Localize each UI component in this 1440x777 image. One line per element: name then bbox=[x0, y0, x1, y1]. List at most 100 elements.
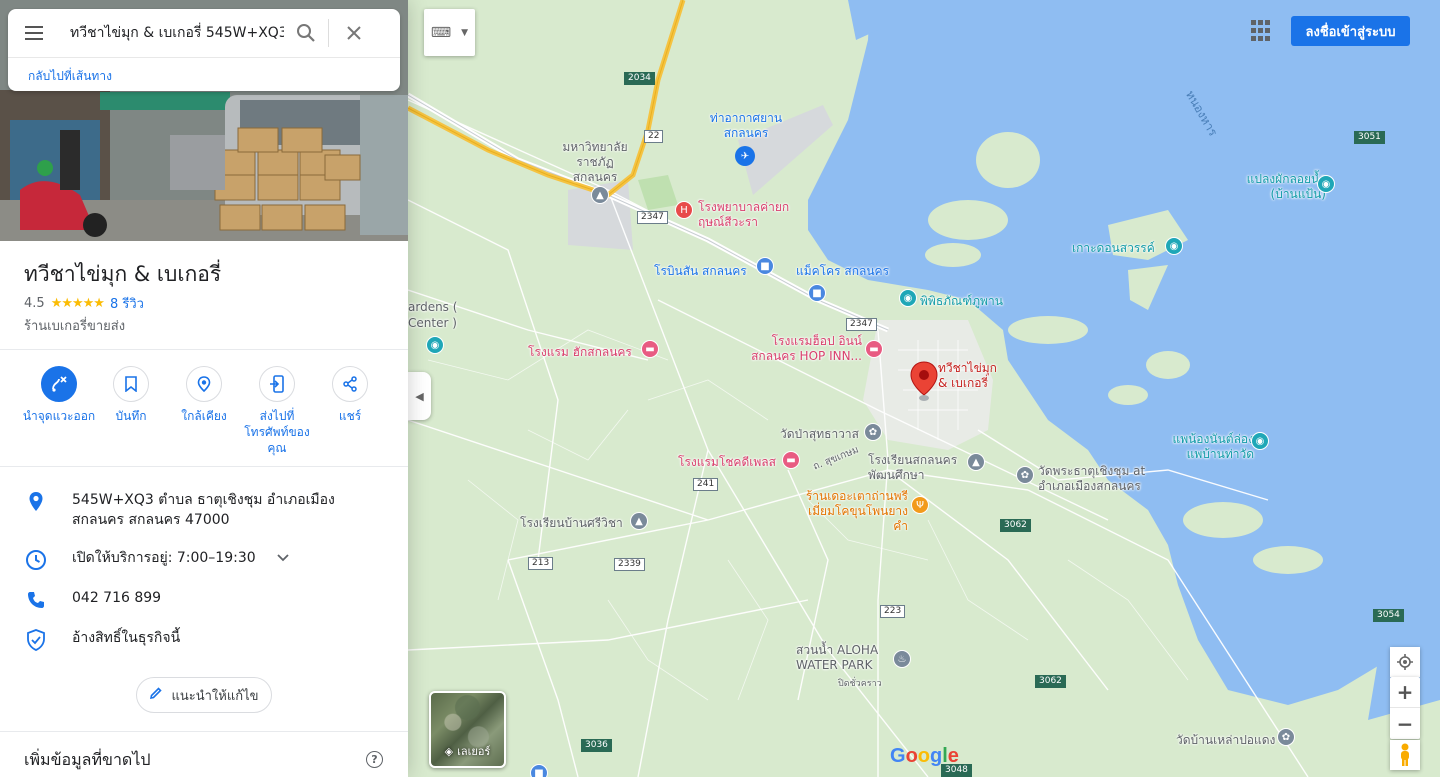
label-restaurant[interactable]: ร้านเดอะเตาถ่านพรีเมี่ยมโคขุนโพนยางคำ bbox=[798, 489, 908, 534]
route-shield: 223 bbox=[880, 605, 906, 618]
claim-row[interactable]: อ้างสิทธิ์ในธุรกิจนี้ bbox=[24, 628, 180, 652]
label-hospital[interactable]: โรงพยาบาลค่ายกฤษณ์สีวะรา bbox=[698, 200, 798, 230]
label-raft[interactable]: แพน้องนันต์ล่องแพบ้านท่าวัด bbox=[1164, 432, 1254, 462]
label-island[interactable]: เกาะดอนสวรรค์ bbox=[1072, 241, 1155, 256]
label-garden[interactable]: แปลงผักลอยน้ำ (บ้านแป้น) bbox=[1236, 172, 1326, 202]
label-temple-suthawat[interactable]: วัดป่าสุทธาวาส bbox=[780, 427, 859, 442]
label-museum[interactable]: พิพิธภัณฑ์ภูพาน bbox=[920, 294, 1003, 309]
crosshair-icon bbox=[1397, 654, 1413, 670]
address-row[interactable]: 545W+XQ3 ตำบล ธาตุเชิงชุม อำเภอเมืองสกลน… bbox=[24, 490, 362, 530]
label-center[interactable]: Center ) bbox=[408, 316, 457, 331]
remove-stop-button[interactable]: นำจุดแวะออก bbox=[19, 366, 99, 424]
nearby-button[interactable]: ใกล้เคียง bbox=[164, 366, 244, 424]
location-pin-icon bbox=[24, 490, 48, 514]
shopping-bag-icon[interactable]: ■ bbox=[808, 284, 826, 302]
temple-icon[interactable]: ✿ bbox=[864, 423, 882, 441]
google-logo: Google bbox=[890, 745, 959, 767]
label-university[interactable]: มหาวิทยาลัยราชภัฏสกลนคร bbox=[560, 140, 630, 185]
apps-grid-icon[interactable] bbox=[1251, 20, 1273, 42]
route-shield: 3051 bbox=[1354, 131, 1385, 144]
route-shield: 241 bbox=[693, 478, 719, 491]
app-root: 2034 22 2347 2347 241 213 2339 223 3062 … bbox=[0, 0, 1440, 777]
label-airport[interactable]: ท่าอากาศยานสกลนคร bbox=[706, 111, 786, 141]
camera-icon[interactable]: ◉ bbox=[426, 336, 444, 354]
input-tools-button[interactable]: ⌨ ▼ bbox=[424, 9, 475, 56]
temple-icon[interactable]: ✿ bbox=[1277, 728, 1295, 746]
zoom-out-button[interactable]: − bbox=[1390, 708, 1420, 739]
hospital-icon[interactable]: H bbox=[675, 201, 693, 219]
zoom-in-button[interactable]: + bbox=[1390, 677, 1420, 708]
hamburger-menu-icon[interactable] bbox=[8, 9, 60, 57]
camera-icon[interactable]: ◉ bbox=[1317, 175, 1335, 193]
action-label: ส่งไปที่โทรศัพท์ของคุณ bbox=[244, 409, 310, 455]
street-view-pegman-icon[interactable] bbox=[1390, 740, 1420, 770]
route-shield: 2347 bbox=[637, 211, 668, 224]
magnifier-glyph bbox=[297, 24, 315, 42]
label-hotel-chokdee[interactable]: โรงแรมโชคดีเพลส bbox=[678, 455, 776, 470]
bed-icon[interactable]: ▬ bbox=[641, 340, 659, 358]
place-category[interactable]: ร้านเบเกอรี่ขายส่ง bbox=[24, 315, 125, 336]
shopping-bag-icon[interactable]: ■ bbox=[756, 257, 774, 275]
rating-row: 4.5 ★★★★★ 8 รีวิว bbox=[24, 293, 144, 314]
camera-icon[interactable]: ◉ bbox=[1165, 237, 1183, 255]
restaurant-icon[interactable]: Ψ bbox=[911, 496, 929, 514]
label-robinson[interactable]: โรบินสัน สกลนคร bbox=[654, 264, 747, 279]
pegman-icon bbox=[1401, 743, 1409, 766]
star-rating-icon: ★★★★★ bbox=[50, 296, 105, 311]
label-school-sriwicha[interactable]: โรงเรียนบ้านศรีวิชา bbox=[520, 516, 623, 531]
suggest-edit-label: แนะนำให้แก้ไข bbox=[171, 688, 259, 704]
label-gardens[interactable]: ardens ( bbox=[408, 300, 457, 315]
label-temple-choeng[interactable]: วัดพระธาตุเชิงชุม at อำเภอเมืองสกลนคร bbox=[1038, 464, 1168, 494]
hours-row[interactable]: เปิดให้บริการอยู่: 7:00–19:30 bbox=[24, 548, 290, 572]
divider bbox=[0, 466, 408, 467]
chevron-down-icon[interactable] bbox=[276, 550, 290, 569]
label-temple-lao[interactable]: วัดบ้านเหล่าปอแดง bbox=[1176, 733, 1275, 748]
my-location-button[interactable] bbox=[1390, 647, 1420, 677]
sign-in-button[interactable]: ลงชื่อเข้าสู่ระบบ bbox=[1291, 16, 1410, 46]
chevron-down-icon: ▼ bbox=[461, 27, 469, 38]
label-makro[interactable]: แม็คโคร สกลนคร bbox=[796, 264, 889, 279]
school-icon[interactable]: ▲ bbox=[591, 186, 609, 204]
bed-icon[interactable]: ▬ bbox=[865, 340, 883, 358]
place-side-panel: กลับไปที่เส้นทาง ทวีชาไข่มุก & เบเกอรี่ … bbox=[0, 0, 408, 777]
layers-toggle-button[interactable]: ◈ เลเยอร์ bbox=[429, 691, 506, 768]
location-pin-icon[interactable] bbox=[910, 361, 938, 403]
send-to-phone-button[interactable]: ส่งไปที่โทรศัพท์ของคุณ bbox=[237, 366, 317, 456]
phone-icon bbox=[24, 588, 48, 612]
water-park-icon[interactable]: ♨ bbox=[893, 650, 911, 668]
hours-text: เปิดให้บริการอยู่: 7:00–19:30 bbox=[72, 550, 256, 566]
school-icon[interactable]: ▲ bbox=[967, 453, 985, 471]
phone-row[interactable]: 042 716 899 bbox=[24, 588, 161, 612]
save-button[interactable]: บันทึก bbox=[91, 366, 171, 424]
label-target[interactable]: ทวีชาไข่มุก & เบเกอรี่ bbox=[938, 361, 1008, 391]
label-water-park[interactable]: สวนน้ำ ALOHA WATER PARK bbox=[796, 643, 891, 673]
action-label: แชร์ bbox=[338, 409, 362, 423]
label-hotel-hug[interactable]: โรงแรม ฮักสกลนคร bbox=[528, 345, 632, 360]
camera-icon[interactable]: ◉ bbox=[1251, 432, 1269, 450]
back-to-directions-link[interactable]: กลับไปที่เส้นทาง bbox=[28, 67, 112, 86]
route-shield: 3062 bbox=[1000, 519, 1031, 532]
close-icon[interactable] bbox=[329, 9, 379, 57]
school-icon[interactable]: ▲ bbox=[630, 512, 648, 530]
reviews-link[interactable]: 8 รีวิว bbox=[110, 293, 144, 314]
address-text: 545W+XQ3 ตำบล ธาตุเชิงชุม อำเภอเมืองสกลน… bbox=[72, 492, 335, 528]
collapse-panel-button[interactable]: ◀ bbox=[408, 372, 431, 420]
suggest-edit-button[interactable]: แนะนำให้แก้ไข bbox=[136, 677, 272, 713]
search-separator bbox=[8, 57, 400, 58]
send-to-phone-icon bbox=[259, 366, 295, 402]
label-school-phattana[interactable]: โรงเรียนสกลนครพัฒนศึกษา bbox=[868, 453, 968, 483]
share-button[interactable]: แชร์ bbox=[310, 366, 390, 424]
camera-icon[interactable]: ◉ bbox=[899, 289, 917, 307]
map-canvas[interactable]: 2034 22 2347 2347 241 213 2339 223 3062 … bbox=[408, 0, 1440, 777]
bed-icon[interactable]: ▬ bbox=[782, 451, 800, 469]
action-label: ใกล้เคียง bbox=[181, 409, 227, 423]
search-input[interactable] bbox=[60, 9, 284, 57]
label-hotel-hop[interactable]: โรงแรมฮ็อป อินน์ สกลนคร HOP INN... bbox=[744, 334, 862, 364]
help-icon[interactable]: ? bbox=[366, 751, 383, 768]
claim-text: อ้างสิทธิ์ในธุรกิจนี้ bbox=[72, 630, 181, 646]
shopping-bag-icon[interactable]: ■ bbox=[530, 764, 548, 777]
route-remove-icon bbox=[41, 366, 77, 402]
temple-icon[interactable]: ✿ bbox=[1016, 466, 1034, 484]
search-icon[interactable] bbox=[284, 9, 328, 57]
airplane-icon[interactable]: ✈ bbox=[735, 146, 755, 166]
